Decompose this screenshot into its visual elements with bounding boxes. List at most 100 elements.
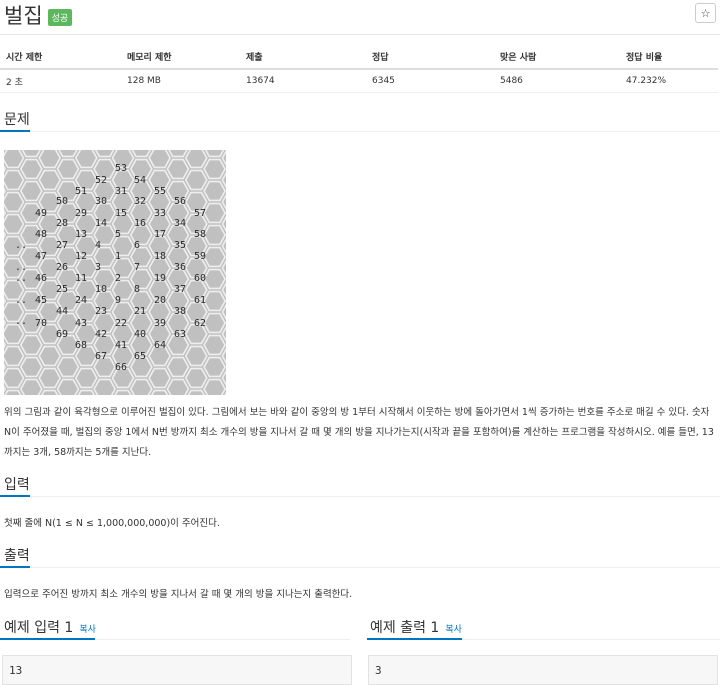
input-description: 첫째 줄에 N(1 ≤ N ≤ 1,000,000,000)이 주어진다. <box>4 518 220 529</box>
honeycomb-cell-number: 59 <box>194 251 206 262</box>
honeycomb-cell-number: 68 <box>75 340 87 351</box>
honeycomb-cell-number: 41 <box>115 340 127 351</box>
star-icon: ☆ <box>700 7 711 20</box>
section-underline <box>0 566 30 568</box>
honeycomb-cell-number: .. <box>15 295 27 306</box>
honeycomb-cell-number: 37 <box>174 284 186 295</box>
sample-input-box[interactable]: 13 <box>2 655 352 685</box>
honeycomb-cell-number: 30 <box>95 196 107 207</box>
divider <box>0 496 720 497</box>
honeycomb-cell-number: 25 <box>56 284 68 295</box>
page-title: 벌집 <box>4 4 43 28</box>
honeycomb-cell-number: 60 <box>194 273 206 284</box>
honeycomb-cell-number: 13 <box>75 229 87 240</box>
table-header-row: 시간 제한 메모리 제한 제출 정답 맞은 사람 정답 비율 <box>0 44 718 70</box>
honeycomb-cell-number: 19 <box>154 273 166 284</box>
honeycomb-cell-number: 39 <box>154 318 166 329</box>
table-header: 메모리 제한 <box>121 44 240 70</box>
section-underline <box>0 638 95 640</box>
honeycomb-cell-number: .. <box>15 273 27 284</box>
output-description: 입력으로 주어진 방까지 최소 개수의 방을 지나서 갈 때 몇 개의 방을 지… <box>4 589 353 600</box>
honeycomb-cell-number: 70 <box>35 318 47 329</box>
honeycomb-cell-number: 38 <box>174 306 186 317</box>
honeycomb-cell-number: 42 <box>95 329 107 340</box>
table-cell: 5486 <box>494 69 620 93</box>
section-heading-input: 입력 <box>4 477 30 493</box>
honeycomb-cell-number: 35 <box>174 240 186 251</box>
honeycomb-cell-number: 28 <box>56 218 68 229</box>
table-cell: 2 초 <box>0 69 121 93</box>
section-heading-output: 출력 <box>4 548 30 564</box>
divider <box>0 567 720 568</box>
honeycomb-cell-number: 51 <box>75 186 87 197</box>
honeycomb-cell-number: 65 <box>134 351 146 362</box>
copy-output-button[interactable]: 복사 <box>445 625 462 635</box>
honeycomb-cell-number: 2 <box>115 273 121 284</box>
honeycomb-cell-number: 26 <box>56 262 68 273</box>
honeycomb-cell-number: 45 <box>35 295 47 306</box>
honeycomb-cell-number: 1 <box>115 251 121 262</box>
honeycomb-cell-number: 27 <box>56 240 68 251</box>
sample-input-title: 예제 입력 1 <box>4 620 74 636</box>
honeycomb-cell-number: 9 <box>115 295 121 306</box>
table-cell: 128 MB <box>121 69 240 93</box>
honeycomb-cell-number: .. <box>15 316 27 327</box>
honeycomb-cell-number: 47 <box>35 251 47 262</box>
honeycomb-cell-number: 58 <box>194 229 206 240</box>
copy-input-button[interactable]: 복사 <box>79 625 96 635</box>
table-header: 맞은 사람 <box>494 44 620 70</box>
honeycomb-cell-number: 48 <box>35 229 47 240</box>
honeycomb-cell-number: 49 <box>35 208 47 219</box>
honeycomb-cell-number: 21 <box>134 306 146 317</box>
honeycomb-cell-number: 7 <box>134 262 140 273</box>
problem-info-table: 시간 제한 메모리 제한 제출 정답 맞은 사람 정답 비율 2 초 128 M… <box>0 44 718 93</box>
honeycomb-cell-number: 17 <box>154 229 166 240</box>
sample-output-box[interactable]: 3 <box>368 655 718 685</box>
honeycomb-cell-number: 61 <box>194 295 206 306</box>
honeycomb-cell-number: 8 <box>134 284 140 295</box>
honeycomb-image: 53 52 54 51 31 55 50 30 32 56 49 29 15 33 57 28 14 16 34 48… <box>0 125 263 444</box>
honeycomb-cell-number: 12 <box>75 251 87 262</box>
divider <box>0 34 720 35</box>
section-heading-problem: 문제 <box>4 112 30 128</box>
honeycomb-cell-number: 16 <box>134 218 146 229</box>
honeycomb-cell-number: 14 <box>95 218 107 229</box>
honeycomb-cell-number: 67 <box>95 351 107 362</box>
table-header: 정답 비율 <box>620 44 718 70</box>
honeycomb-cell-number: .. <box>15 262 27 273</box>
honeycomb-cell-number: 57 <box>194 208 206 219</box>
honeycomb-cell-number: 4 <box>95 240 101 251</box>
honeycomb-cell-number: 3 <box>95 262 101 273</box>
divider <box>0 131 720 132</box>
problem-description: 위의 그림과 같이 육각형으로 이루어진 벌집이 있다. 그림에서 보는 바와 … <box>4 407 714 458</box>
honeycomb-cell-number: 34 <box>174 218 186 229</box>
status-badge: 성공 <box>47 8 73 26</box>
honeycomb-cell-number: 53 <box>115 163 127 174</box>
honeycomb-cell-number: 36 <box>174 262 186 273</box>
honeycomb-cell-number: 6 <box>134 240 140 251</box>
star-button[interactable]: ☆ <box>695 3 716 23</box>
table-header: 제출 <box>240 44 366 70</box>
honeycomb-cell-number: 23 <box>95 306 107 317</box>
table-header: 정답 <box>366 44 494 70</box>
honeycomb-cell-number: 31 <box>115 186 127 197</box>
honeycomb-cell-number: 69 <box>56 329 68 340</box>
honeycomb-cell-number: 29 <box>75 208 87 219</box>
honeycomb-diagram: 5352 5451 31 5550 30 32 5649 29 15 33 5728 14 16 3448… <box>0 125 263 444</box>
honeycomb-cell-number: .. <box>15 240 27 251</box>
table-cell: 6345 <box>366 69 494 93</box>
honeycomb-cell-number: 20 <box>154 295 166 306</box>
honeycomb-cell-number: 33 <box>154 208 166 219</box>
honeycomb-cell-number: 22 <box>115 318 127 329</box>
table-cell: 47.232% <box>620 69 718 93</box>
honeycomb-cell-number: 15 <box>115 208 127 219</box>
honeycomb-cell-number: 66 <box>115 362 127 373</box>
submissions-link[interactable]: 13674 <box>240 69 366 93</box>
honeycomb-cell-number: 24 <box>75 295 87 306</box>
honeycomb-cell-number: 44 <box>56 306 68 317</box>
honeycomb-cell-number: 18 <box>154 251 166 262</box>
sample-output-heading: 예제 출력 1 복사 <box>370 617 462 637</box>
section-underline <box>367 638 462 640</box>
honeycomb-cell-number: 52 <box>95 175 107 186</box>
section-underline <box>0 495 30 497</box>
